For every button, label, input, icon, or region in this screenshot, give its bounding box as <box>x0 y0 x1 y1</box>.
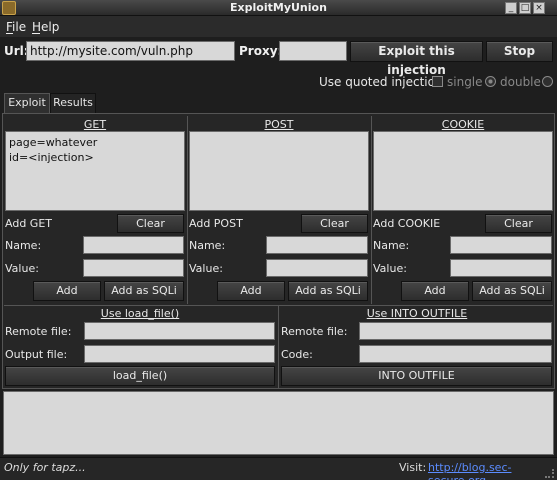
column-divider <box>187 116 188 304</box>
outfile-remote-input[interactable] <box>359 322 552 340</box>
cookie-value-label: Value: <box>373 262 407 275</box>
close-icon[interactable]: × <box>533 2 545 14</box>
post-value-input[interactable] <box>266 259 368 277</box>
exploit-button[interactable]: Exploit this injection <box>350 41 483 77</box>
get-params-area[interactable]: page=whatever id=<injection> <box>5 131 185 211</box>
cookie-value-input[interactable] <box>450 259 552 277</box>
menu-file-label: File <box>6 20 27 34</box>
maximize-icon[interactable]: □ <box>519 2 531 14</box>
log-output-area[interactable] <box>3 391 554 455</box>
file-section-divider <box>278 306 279 388</box>
get-value-input[interactable] <box>83 259 184 277</box>
cookie-header: COOKIE <box>441 118 485 131</box>
tab-results[interactable]: Results <box>50 93 96 113</box>
get-name-label: Name: <box>5 239 42 252</box>
outfile-code-label: Code: <box>281 348 313 361</box>
visit-label: Visit: <box>399 461 427 474</box>
cookie-add-button[interactable]: Add <box>401 281 469 301</box>
quoted-injection-checkbox[interactable] <box>432 76 443 87</box>
proxy-label: Proxy: <box>239 44 283 58</box>
outfile-remote-label: Remote file: <box>281 325 348 338</box>
url-input[interactable] <box>26 41 235 61</box>
column-divider <box>371 116 372 304</box>
url-label: Url: <box>4 44 29 58</box>
add-get-label: Add GET <box>5 217 52 230</box>
quoted-injection-label: Use quoted injection <box>319 75 443 89</box>
load-output-label: Output file: <box>5 348 68 361</box>
post-clear-button[interactable]: Clear <box>301 214 368 233</box>
double-label: double <box>500 75 541 89</box>
load-output-input[interactable] <box>84 345 275 363</box>
post-add-button[interactable]: Add <box>217 281 285 301</box>
proxy-input[interactable] <box>279 41 347 61</box>
menu-help[interactable]: Help <box>32 20 59 34</box>
cookie-name-input[interactable] <box>450 236 552 254</box>
stop-button[interactable]: Stop <box>486 41 553 62</box>
minimize-icon[interactable]: _ <box>505 2 517 14</box>
load-file-button[interactable]: load_file() <box>5 366 275 386</box>
menu-file[interactable]: File <box>6 20 26 34</box>
post-params-area[interactable] <box>189 131 369 211</box>
cookie-clear-button[interactable]: Clear <box>485 214 552 233</box>
load-file-header: Use load_file() <box>100 307 180 320</box>
post-name-label: Name: <box>189 239 226 252</box>
status-text: Only for tapz... <box>4 461 86 474</box>
get-clear-button[interactable]: Clear <box>117 214 184 233</box>
get-name-input[interactable] <box>83 236 184 254</box>
menu-help-mnemonic <box>32 33 40 34</box>
single-label: single <box>447 75 483 89</box>
visit-link[interactable]: http://blog.sec-secure.org <box>428 461 557 480</box>
outfile-code-input[interactable] <box>359 345 552 363</box>
double-radio[interactable] <box>485 76 496 87</box>
add-post-label: Add POST <box>189 217 243 230</box>
window-title: ExploitMyUnion <box>230 1 327 14</box>
get-value-label: Value: <box>5 262 39 275</box>
post-name-input[interactable] <box>266 236 368 254</box>
cookie-name-label: Name: <box>373 239 410 252</box>
tab-exploit[interactable]: Exploit <box>4 93 50 113</box>
cookie-add-sqli-button[interactable]: Add as SQLi <box>472 281 552 301</box>
load-remote-input[interactable] <box>84 322 275 340</box>
get-header: GET <box>83 118 107 131</box>
post-add-sqli-button[interactable]: Add as SQLi <box>288 281 368 301</box>
cookie-params-area[interactable] <box>373 131 553 211</box>
post-header: POST <box>264 118 294 131</box>
menu-help-label: Help <box>32 20 60 34</box>
get-add-sqli-button[interactable]: Add as SQLi <box>104 281 184 301</box>
menu-bar <box>0 16 557 37</box>
single-radio[interactable] <box>542 76 553 87</box>
resize-grip-icon[interactable] <box>545 469 554 478</box>
outfile-header: Use INTO OUTFILE <box>366 307 468 320</box>
load-remote-label: Remote file: <box>5 325 72 338</box>
into-outfile-button[interactable]: INTO OUTFILE <box>281 366 552 386</box>
menu-file-mnemonic <box>6 33 13 34</box>
add-cookie-label: Add COOKIE <box>373 217 441 230</box>
post-value-label: Value: <box>189 262 223 275</box>
get-add-button[interactable]: Add <box>33 281 101 301</box>
